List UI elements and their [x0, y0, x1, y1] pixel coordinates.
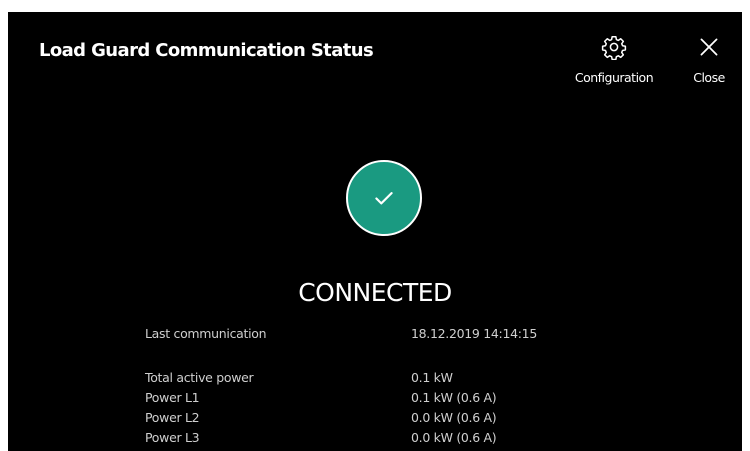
power-label: Power L2 — [145, 410, 200, 425]
gear-icon — [601, 35, 627, 60]
power-value: 0.0 kW (0.6 A) — [411, 430, 497, 445]
dialog-title: Load Guard Communication Status — [39, 40, 374, 61]
power-label: Total active power — [145, 370, 254, 385]
status-indicator — [346, 160, 422, 236]
power-section: Total active power 0.1 kW Power L1 0.1 k… — [145, 368, 645, 448]
connection-status: CONNECTED — [298, 278, 452, 307]
power-row-l1: Power L1 0.1 kW (0.6 A) — [145, 388, 645, 408]
power-row-l3: Power L3 0.0 kW (0.6 A) — [145, 428, 645, 448]
power-row-total: Total active power 0.1 kW — [145, 368, 645, 388]
last-communication-label: Last communication — [145, 326, 267, 341]
close-icon — [700, 38, 718, 56]
last-communication-value: 18.12.2019 14:14:15 — [411, 326, 537, 341]
configuration-button[interactable]: Configuration — [568, 34, 660, 85]
last-communication-section: Last communication 18.12.2019 14:14:15 — [145, 324, 645, 344]
close-label: Close — [693, 70, 725, 85]
check-icon — [375, 192, 393, 205]
power-value: 0.0 kW (0.6 A) — [411, 410, 497, 425]
configuration-label: Configuration — [574, 70, 654, 85]
power-value: 0.1 kW (0.6 A) — [411, 390, 497, 405]
close-button[interactable]: Close — [684, 34, 734, 85]
power-value: 0.1 kW — [411, 370, 453, 385]
power-label: Power L3 — [145, 430, 200, 445]
status-dialog: Load Guard Communication Status Configur… — [8, 12, 742, 451]
power-row-l2: Power L2 0.0 kW (0.6 A) — [145, 408, 645, 428]
power-label: Power L1 — [145, 390, 200, 405]
last-communication-row: Last communication 18.12.2019 14:14:15 — [145, 324, 645, 344]
